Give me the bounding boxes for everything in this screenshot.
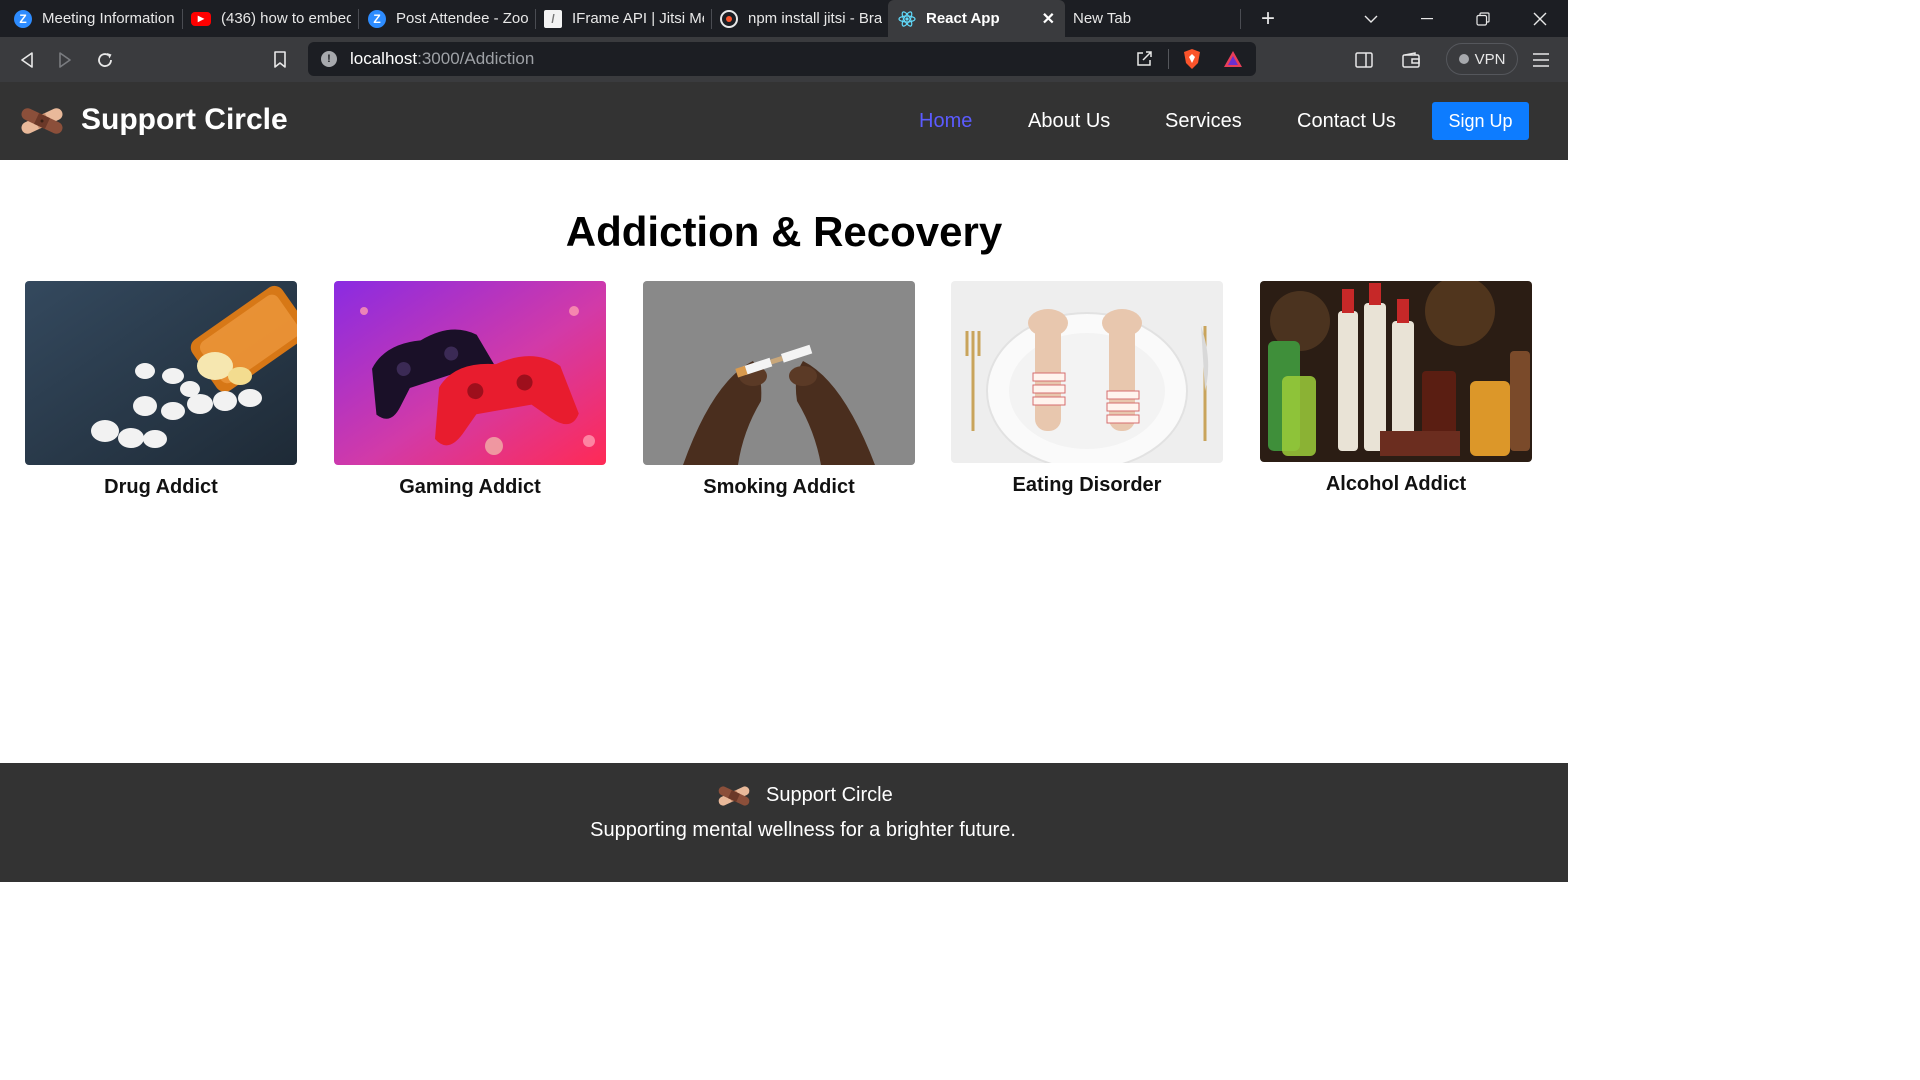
- browser-tab[interactable]: / IFrame API | Jitsi Meet: [544, 0, 704, 37]
- tab-title: IFrame API | Jitsi Meet: [572, 10, 704, 27]
- browser-toolbar: ! localhost:3000/Addiction VPN: [0, 37, 1568, 82]
- browser-tab-active[interactable]: React App ✕: [888, 0, 1065, 37]
- card-caption[interactable]: Eating Disorder: [951, 474, 1223, 497]
- browser-tab[interactable]: Z Meeting Information: [14, 0, 176, 37]
- restore-icon[interactable]: [1463, 0, 1503, 37]
- card-caption[interactable]: Alcohol Addict: [1260, 473, 1532, 496]
- tab-title: Post Attendee - Zoom: [396, 10, 528, 27]
- brave-shields-icon[interactable]: [1179, 46, 1205, 72]
- nav-link-contact-us[interactable]: Contact Us: [1297, 110, 1396, 133]
- card-drug-addict[interactable]: Drug Addict: [25, 281, 297, 499]
- bookmark-icon[interactable]: [267, 47, 293, 73]
- tab-title: Meeting Information: [42, 10, 175, 27]
- page-title: Addiction & Recovery: [565, 208, 1003, 255]
- site-footer: Support Circle Supporting mental wellnes…: [0, 763, 1568, 882]
- browser-tab[interactable]: npm install jitsi - Brave: [720, 0, 882, 37]
- urlbar-divider: [1168, 49, 1169, 69]
- bandage-logo-icon: [718, 786, 750, 806]
- forward-icon[interactable]: [52, 47, 78, 73]
- tab-title: npm install jitsi - Brave: [748, 10, 882, 27]
- url-text[interactable]: localhost:3000/Addiction: [350, 49, 534, 69]
- jitsi-icon: /: [544, 9, 562, 28]
- sidebar-toggle-icon[interactable]: [1351, 47, 1377, 73]
- new-tab-icon[interactable]: +: [1248, 0, 1288, 37]
- tab-divider: [535, 9, 536, 29]
- zoom-icon: Z: [368, 9, 386, 28]
- nav-link-services[interactable]: Services: [1165, 110, 1242, 133]
- bandage-logo-icon[interactable]: [18, 104, 66, 138]
- react-icon: [898, 10, 916, 28]
- card-gaming-addict[interactable]: Gaming Addict: [334, 281, 606, 499]
- address-bar[interactable]: ! localhost:3000/Addiction: [308, 42, 1256, 76]
- footer-brand: Support Circle: [766, 784, 893, 806]
- site-info-icon[interactable]: !: [321, 51, 337, 67]
- vpn-status-icon: [1458, 54, 1469, 64]
- tab-divider: [1240, 9, 1241, 29]
- close-window-icon[interactable]: [1520, 0, 1560, 37]
- game-controllers-photo[interactable]: [334, 281, 606, 465]
- tab-divider: [182, 9, 183, 29]
- close-tab-icon[interactable]: ✕: [1042, 9, 1055, 29]
- browser-tab[interactable]: Z Post Attendee - Zoom: [368, 0, 528, 37]
- menu-icon[interactable]: [1528, 47, 1554, 73]
- site-navbar: Support Circle Home About Us Services Co…: [0, 82, 1568, 160]
- tab-divider: [358, 9, 359, 29]
- zoom-icon: Z: [14, 9, 32, 28]
- browser-tab[interactable]: New Tab: [1073, 0, 1233, 37]
- brave-icon: [720, 9, 738, 28]
- nav-link-about-us[interactable]: About Us: [1028, 110, 1110, 133]
- youtube-icon: ▶: [191, 11, 211, 26]
- browser-tab[interactable]: ▶ (436) how to embed: [191, 0, 351, 37]
- browser-tab-bar: Z Meeting Information ▶ (436) how to emb…: [0, 0, 1568, 37]
- tab-title: (436) how to embed: [221, 10, 351, 27]
- broken-cigarette-photo[interactable]: [643, 281, 915, 465]
- nav-link-home[interactable]: Home: [919, 110, 972, 133]
- minimize-icon[interactable]: [1407, 0, 1447, 37]
- pills-photo[interactable]: [25, 281, 297, 465]
- site-brand[interactable]: Support Circle: [81, 103, 288, 137]
- share-icon[interactable]: [1131, 46, 1157, 72]
- liquor-bottles-photo[interactable]: [1260, 281, 1532, 462]
- wallet-icon[interactable]: [1398, 47, 1424, 73]
- card-alcohol-addict[interactable]: Alcohol Addict: [1260, 281, 1532, 496]
- tab-search-chevron-icon[interactable]: [1351, 0, 1391, 37]
- footer-tagline: Supporting mental wellness for a brighte…: [590, 819, 1016, 841]
- brave-rewards-icon[interactable]: [1220, 46, 1246, 72]
- vpn-button[interactable]: VPN: [1446, 43, 1518, 75]
- card-smoking-addict[interactable]: Smoking Addict: [643, 281, 915, 499]
- reload-icon[interactable]: [92, 47, 118, 73]
- card-caption[interactable]: Gaming Addict: [334, 476, 606, 499]
- tape-measure-plate-photo[interactable]: [951, 281, 1223, 463]
- card-eating-disorder[interactable]: Eating Disorder: [951, 281, 1223, 497]
- tab-title: New Tab: [1073, 10, 1132, 27]
- tab-divider: [711, 9, 712, 29]
- tab-title: React App: [926, 10, 1000, 27]
- card-caption[interactable]: Drug Addict: [25, 476, 297, 499]
- sign-up-button[interactable]: Sign Up: [1432, 102, 1529, 140]
- back-icon[interactable]: [14, 47, 40, 73]
- card-caption[interactable]: Smoking Addict: [643, 476, 915, 499]
